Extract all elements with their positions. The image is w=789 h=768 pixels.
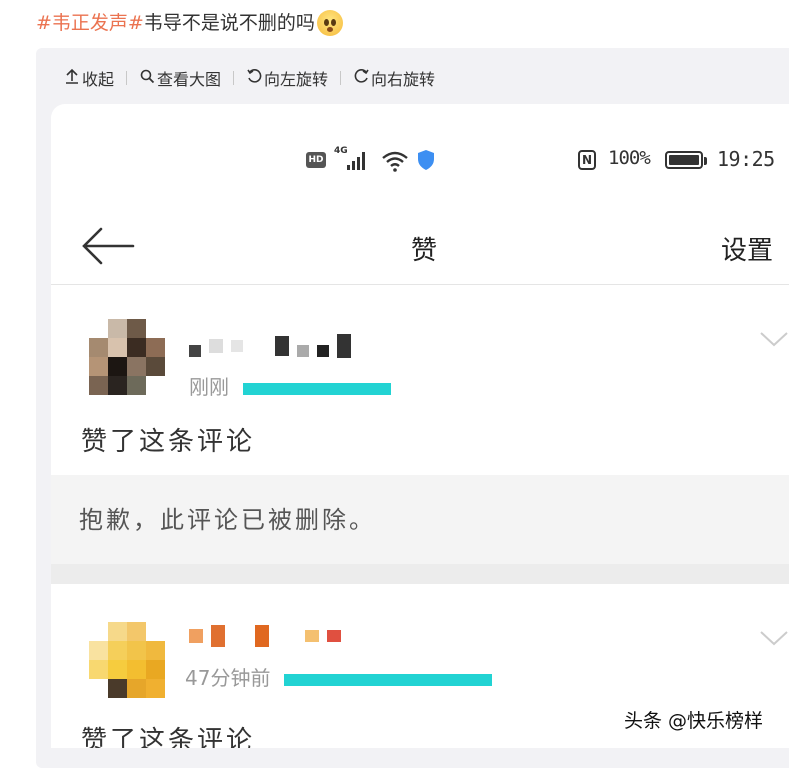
battery-icon: [665, 151, 707, 169]
image-toolbar: 收起 查看大图 向左旋转 向右旋转: [64, 66, 435, 90]
like-notification-item[interactable]: 刚刚 赞了这条评论 抱歉，此评论已被删除。: [51, 285, 789, 565]
like-action-text: 赞了这条评论: [81, 427, 256, 457]
status-time: 19:25: [717, 147, 775, 171]
wifi-icon: [381, 150, 409, 177]
toolbar-divider: [233, 71, 235, 85]
rotate-left-label: 向左旋转: [264, 70, 329, 89]
username-mosaic[interactable]: [189, 624, 341, 648]
magnifier-icon: [139, 69, 155, 88]
nav-bar: 赞 设置: [51, 212, 789, 284]
nfc-icon: N: [578, 150, 596, 170]
back-arrow-icon[interactable]: [81, 226, 135, 270]
status-bar: HD 4G N 100% 19:25: [51, 144, 789, 178]
view-large-button[interactable]: 查看大图: [139, 66, 221, 90]
signal-bars-icon: [347, 152, 365, 170]
view-large-label: 查看大图: [157, 70, 222, 89]
security-shield-icon: [416, 149, 436, 176]
battery-percent: 100%: [608, 147, 651, 169]
avatar[interactable]: [89, 319, 165, 395]
flushed-face-emoji-icon: [316, 10, 343, 36]
post-title: #韦正发声# 韦导不是说不删的吗: [36, 9, 343, 37]
comment-meta: 47分钟前: [185, 662, 493, 691]
rotate-right-button[interactable]: 向右旋转: [353, 66, 435, 90]
avatar[interactable]: [89, 622, 165, 698]
rotate-left-icon: [246, 68, 262, 88]
phone-screenshot: HD 4G N 100% 19:25 赞 设置 刚刚 赞了这条评论 抱歉，此评论…: [51, 104, 789, 748]
list-separator: [51, 564, 789, 584]
rotate-left-button[interactable]: 向左旋转: [246, 66, 328, 90]
network-type: 4G: [334, 146, 348, 156]
topic-link[interactable]: #韦正发声#: [36, 9, 144, 37]
username-mosaic[interactable]: [189, 333, 351, 359]
settings-button[interactable]: 设置: [721, 230, 773, 267]
comment-time: 47分钟前: [185, 666, 271, 690]
rotate-right-label: 向右旋转: [371, 70, 436, 89]
collapse-up-icon: [64, 68, 80, 88]
page-title: 赞: [411, 236, 438, 266]
chevron-down-icon[interactable]: [759, 329, 789, 353]
redacted-source: [284, 673, 493, 686]
quoted-comment-box[interactable]: 抱歉，此评论已被删除。: [51, 475, 789, 565]
chevron-down-icon[interactable]: [759, 628, 789, 652]
hd-voice-icon: HD: [306, 152, 326, 168]
like-action-text: 赞了这条评论: [81, 726, 256, 748]
toolbar-divider: [126, 71, 128, 85]
collapse-button[interactable]: 收起: [64, 66, 114, 90]
comment-meta: 刚刚: [189, 371, 391, 400]
toolbar-divider: [340, 71, 342, 85]
watermark: 头条 @快乐榜样: [624, 710, 764, 732]
post-text: 韦导不是说不删的吗: [143, 12, 315, 34]
redacted-source: [243, 382, 391, 395]
collapse-label: 收起: [82, 70, 115, 89]
rotate-right-icon: [353, 68, 369, 88]
comment-time: 刚刚: [189, 375, 229, 399]
